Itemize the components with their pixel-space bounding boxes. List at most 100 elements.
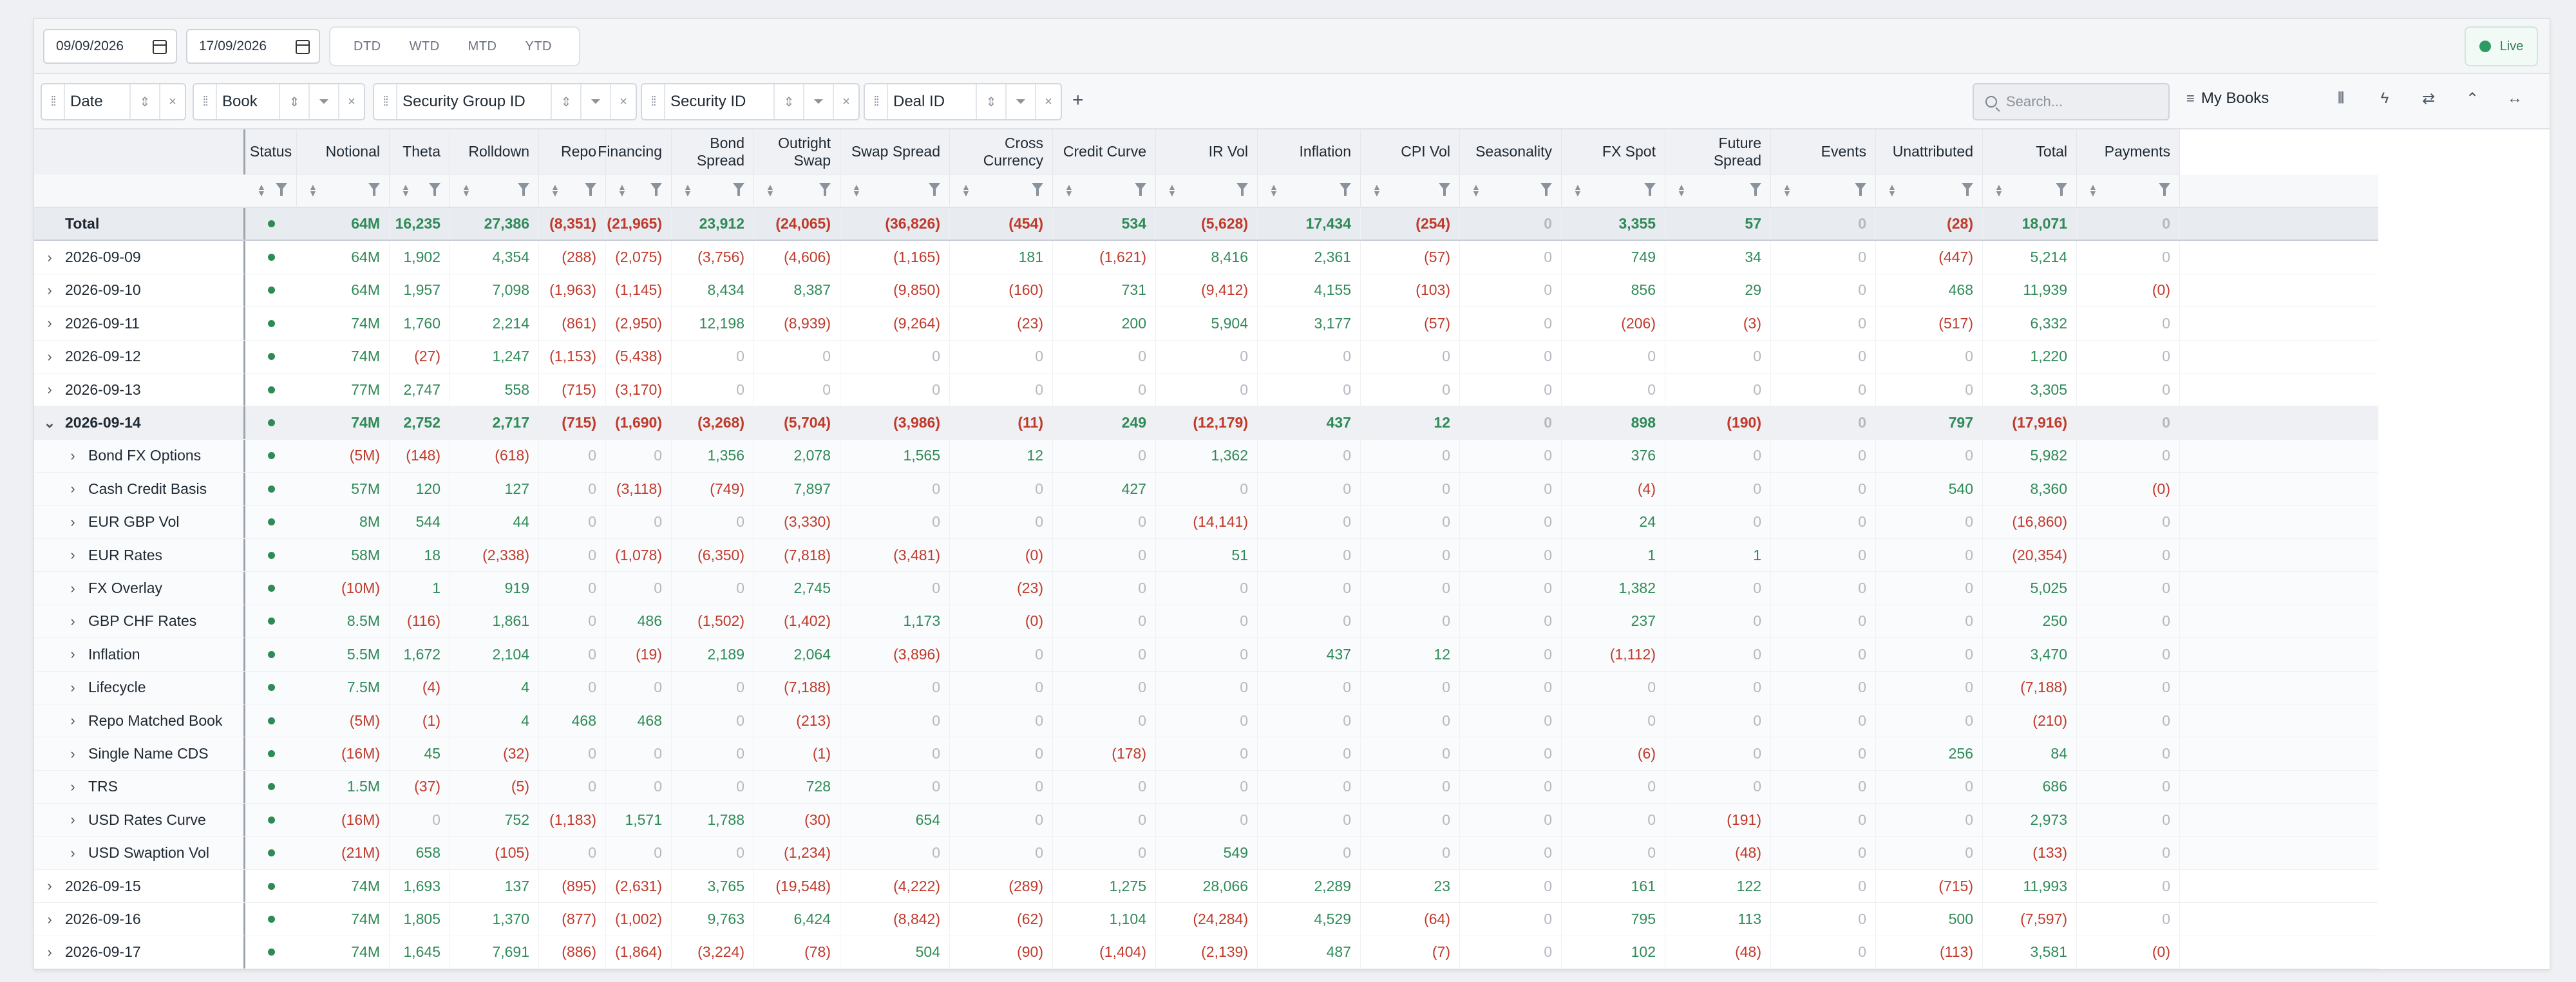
row-group-cell[interactable]: › USD Rates Curve — [34, 804, 245, 836]
book-row[interactable]: › USD Rates Curve (16M) 0 752 (1,183) 1,571 1,7… — [34, 804, 2378, 837]
sort-icon[interactable]: ⇕ — [279, 84, 308, 119]
sort-icon[interactable]: ▲ ▼ — [1677, 182, 1686, 198]
column-header-unattributed[interactable]: Unattributed — [1876, 129, 1983, 175]
filter-icon[interactable] — [1962, 183, 1973, 196]
sort-icon[interactable]: ▲ ▼ — [308, 182, 317, 198]
filter-icon[interactable] — [650, 183, 662, 196]
row-group-cell[interactable]: › Single Name CDS — [34, 737, 245, 770]
my-books-button[interactable]: ≡ My Books — [2186, 90, 2269, 108]
drag-handle-icon[interactable]: ⁞⁞ — [642, 95, 664, 109]
filter-icon[interactable] — [429, 183, 440, 196]
column-header-total[interactable]: Total — [1983, 129, 2077, 175]
remove-icon[interactable]: × — [1035, 84, 1061, 119]
live-button[interactable]: Live — [2465, 26, 2538, 66]
filter-icon[interactable] — [929, 183, 940, 196]
row-group-cell[interactable]: › EUR Rates — [34, 539, 245, 572]
column-header-swap-spread[interactable]: Swap Spread — [840, 129, 950, 175]
chevron-right-icon[interactable]: › — [57, 845, 88, 862]
column-header-seasonality[interactable]: Seasonality — [1460, 129, 1562, 175]
filter-icon[interactable] — [1540, 183, 1552, 196]
calendar-icon[interactable] — [296, 40, 310, 54]
column-header-inflation[interactable]: Inflation — [1258, 129, 1361, 175]
filter-icon[interactable]: ⏷ — [580, 84, 610, 119]
download-icon[interactable]: ⤓ — [2546, 90, 2550, 106]
date-to-input[interactable]: 17/09/2026 — [186, 29, 320, 64]
filter-icon[interactable] — [1032, 183, 1043, 196]
column-header-cpi-vol[interactable]: CPI Vol — [1361, 129, 1460, 175]
group-chip-security-id[interactable]: ⁞⁞ Security ID ⇕ ⏷ × — [641, 83, 860, 120]
book-row[interactable]: › Bond FX Options (5M) (148) (618) 0 0 1,356 2,0… — [34, 439, 2378, 473]
sort-icon[interactable]: ▲ ▼ — [1472, 182, 1481, 198]
filter-icon[interactable]: ⏷ — [308, 84, 338, 119]
chevron-right-icon[interactable]: › — [34, 878, 65, 894]
group-chip-date[interactable]: ⁞⁞ Date ⇕ × — [41, 83, 186, 120]
sort-icon[interactable]: ▲ ▼ — [618, 182, 627, 198]
column-header-status[interactable]: Status — [245, 129, 297, 175]
book-row[interactable]: › EUR Rates 58M 18 (2,338) 0 (1,078) (6,350) (7,… — [34, 539, 2378, 572]
row-group-cell[interactable]: › Repo Matched Book — [34, 704, 245, 737]
total-row[interactable]: Total 64M 16,235 27,386 (8,351) (21,965) 23,91… — [34, 208, 2378, 241]
drag-handle-icon[interactable]: ⁞⁞ — [374, 95, 396, 109]
column-header-future-spread[interactable]: Future Spread — [1665, 129, 1771, 175]
book-row[interactable]: › Cash Credit Basis 57M 120 127 0 (3,118) (749)… — [34, 473, 2378, 506]
filter-icon[interactable] — [585, 183, 596, 196]
filter-icon[interactable] — [1644, 183, 1656, 196]
filter-icon[interactable] — [1236, 183, 1248, 196]
remove-icon[interactable]: × — [610, 84, 636, 119]
column-header-outright-swap[interactable]: Outright Swap — [754, 129, 840, 175]
remove-icon[interactable]: × — [833, 84, 858, 119]
chevron-right-icon[interactable]: › — [57, 779, 88, 795]
sort-icon[interactable]: ▲ ▼ — [2088, 182, 2098, 198]
filter-icon[interactable]: ⏷ — [1005, 84, 1035, 119]
row-group-cell[interactable]: › 2026-09-17 — [34, 936, 245, 969]
chevron-right-icon[interactable]: › — [57, 580, 88, 597]
filter-icon[interactable] — [733, 183, 744, 196]
filter-icon[interactable] — [1750, 183, 1761, 196]
filter-icon[interactable] — [1439, 183, 1450, 196]
sort-icon[interactable]: ▲ ▼ — [1888, 182, 1897, 198]
row-group-cell[interactable]: › 2026-09-09 — [34, 241, 245, 274]
row-group-cell[interactable]: › Bond FX Options — [34, 439, 245, 473]
search-input[interactable]: Search... — [1973, 83, 2170, 120]
book-row[interactable]: › Inflation 5.5M 1,672 2,104 0 (19) 2,189 2,064(… — [34, 638, 2378, 672]
date-row[interactable]: › 2026-09-11 74M 1,760 2,214 (861) (2,950) 12,1… — [34, 307, 2378, 341]
row-group-cell[interactable]: ⌄ 2026-09-14 — [34, 406, 245, 439]
column-header-credit-curve[interactable]: Credit Curve — [1053, 129, 1156, 175]
book-row[interactable]: › Single Name CDS (16M) 45 (32) 0 0 0 (1) 0 0 (178)… — [34, 737, 2378, 771]
column-header-payments[interactable]: Payments — [2077, 129, 2180, 175]
sort-icon[interactable]: ▲ ▼ — [1269, 182, 1278, 198]
filter-icon[interactable] — [1340, 183, 1351, 196]
sort-icon[interactable]: ⇕ — [773, 84, 803, 119]
book-row[interactable]: › GBP CHF Rates 8.5M (116) 1,861 0 486 (1,502)(… — [34, 605, 2378, 639]
period-mtd-button[interactable]: MTD — [454, 39, 511, 54]
date-row[interactable]: ⌄ 2026-09-14 74M 2,752 2,717 (715) (1,690) (3,2… — [34, 406, 2378, 440]
chevron-right-icon[interactable]: › — [57, 448, 88, 464]
drag-handle-icon[interactable]: ⁞⁞ — [42, 95, 64, 109]
chevron-right-icon[interactable]: › — [57, 746, 88, 762]
chevron-right-icon[interactable]: › — [57, 712, 88, 729]
period-wtd-button[interactable]: WTD — [395, 39, 454, 54]
collapse-up-icon[interactable]: ⌃ — [2459, 90, 2485, 108]
sort-icon[interactable]: ▲ ▼ — [1372, 182, 1381, 198]
filter-icon[interactable] — [2056, 183, 2067, 196]
row-group-cell[interactable]: › 2026-09-11 — [34, 307, 245, 340]
chevron-right-icon[interactable]: › — [57, 514, 88, 531]
book-row[interactable]: › EUR GBP Vol 8M 544 44 0 0 0 (3,330) 0 0 0 (14,141)… — [34, 505, 2378, 539]
column-header-ir-vol[interactable]: IR Vol — [1156, 129, 1258, 175]
sort-icon[interactable]: ▲ ▼ — [1994, 182, 2003, 198]
sort-icon[interactable]: ▲ ▼ — [1573, 182, 1582, 198]
filter-icon[interactable] — [819, 183, 831, 196]
date-row[interactable]: › 2026-09-15 74M 1,693 137 (895) (2,631) 3,765(… — [34, 870, 2378, 903]
date-row[interactable]: › 2026-09-10 64M 1,957 7,098 (1,963) (1,145) 8,… — [34, 274, 2378, 308]
row-group-cell[interactable]: › FX Overlay — [34, 572, 245, 605]
sort-icon[interactable]: ▲ ▼ — [1168, 182, 1177, 198]
sort-icon[interactable]: ▲ ▼ — [961, 182, 971, 198]
chevron-right-icon[interactable]: › — [34, 249, 65, 266]
column-header-repo[interactable]: Repo — [539, 129, 606, 175]
date-row[interactable]: › 2026-09-13 77M 2,747 558 (715) (3,170) 0 0 0 0 0 0… — [34, 373, 2378, 407]
book-row[interactable]: › Repo Matched Book (5M) (1) 4 468 468 0 (213) 0 0… — [34, 704, 2378, 738]
filter-icon[interactable] — [2159, 183, 2170, 196]
filter-icon[interactable] — [276, 183, 287, 196]
sort-icon[interactable]: ⇕ — [129, 84, 159, 119]
row-group-cell[interactable]: › USD Swaption Vol — [34, 836, 245, 869]
